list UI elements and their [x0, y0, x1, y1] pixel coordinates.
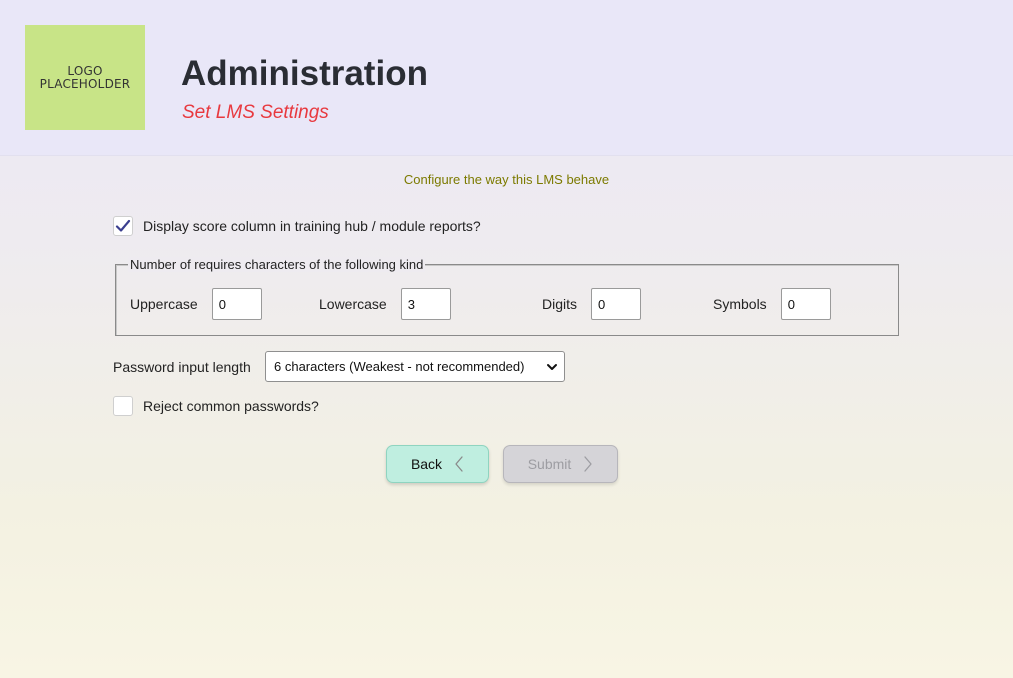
password-requirements-legend: Number of requires characters of the fol…: [128, 257, 426, 272]
password-length-label: Password input length: [113, 359, 251, 375]
digits-input[interactable]: [591, 288, 642, 320]
reject-common-label: Reject common passwords?: [143, 398, 319, 414]
page-title: Administration: [181, 54, 428, 93]
logo-text-line1: LOGO: [67, 63, 103, 78]
back-button-label: Back: [410, 456, 443, 472]
checkmark-icon: [115, 219, 131, 232]
logo-placeholder: LOGO PLACEHOLDER: [25, 25, 145, 130]
intro-text: Configure the way this LMS behave: [403, 172, 610, 187]
page-subtitle: Set LMS Settings: [182, 102, 329, 123]
password-length-select[interactable]: 6 characters (Weakest - not recommended): [265, 351, 565, 382]
score-column-checkbox[interactable]: [113, 216, 133, 236]
reject-common-option[interactable]: Reject common passwords?: [113, 396, 319, 416]
chevron-left-icon: [455, 456, 463, 472]
reject-common-checkbox[interactable]: [113, 396, 133, 416]
lowercase-field: Lowercase: [319, 288, 451, 320]
chevron-right-icon: [584, 456, 592, 472]
logo-text-line2: PLACEHOLDER: [39, 76, 131, 91]
submit-button[interactable]: Submit: [503, 445, 618, 483]
lowercase-input[interactable]: [400, 288, 451, 320]
lowercase-label: Lowercase: [319, 296, 387, 312]
digits-field: Digits: [542, 288, 642, 320]
uppercase-input[interactable]: [211, 288, 262, 320]
symbols-label: Symbols: [713, 296, 767, 312]
symbols-field: Symbols: [713, 288, 831, 320]
digits-label: Digits: [542, 296, 578, 312]
uppercase-label: Uppercase: [130, 296, 198, 312]
chevron-down-icon: [547, 364, 557, 370]
password-length-value: 6 characters (Weakest - not recommended): [274, 359, 525, 374]
symbols-input[interactable]: [780, 288, 831, 320]
back-button[interactable]: Back: [386, 445, 489, 483]
score-column-label: Display score column in training hub / m…: [143, 218, 481, 234]
submit-button-label: Submit: [527, 456, 572, 472]
score-column-option[interactable]: Display score column in training hub / m…: [113, 216, 481, 236]
page-header: LOGO PLACEHOLDER Administration Set LMS …: [0, 0, 1013, 156]
uppercase-field: Uppercase: [130, 288, 262, 320]
